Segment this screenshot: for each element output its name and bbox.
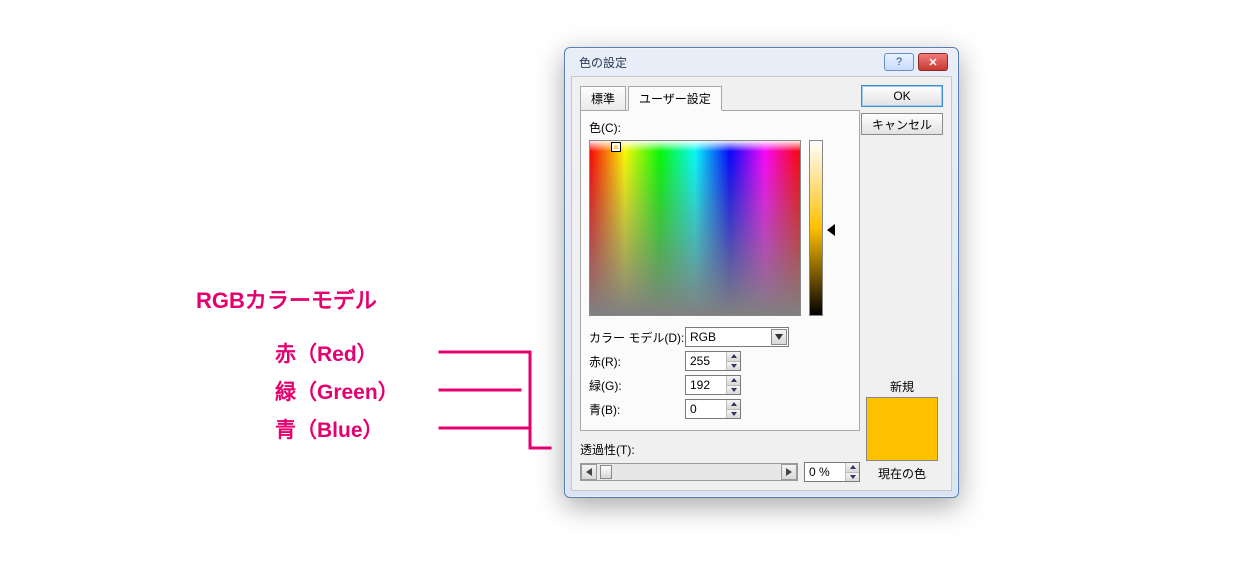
chevron-down-icon	[731, 364, 737, 368]
dropdown-button[interactable]	[771, 329, 787, 345]
green-label: 緑(G):	[589, 377, 685, 394]
spin-up-button[interactable]	[727, 400, 740, 410]
spin-up-button[interactable]	[727, 352, 740, 362]
color-model-label: カラー モデル(D):	[589, 329, 685, 346]
transparency-label: 透過性(T):	[580, 441, 860, 458]
chevron-down-icon	[775, 334, 783, 340]
spin-up-button[interactable]	[727, 376, 740, 386]
spin-up-button[interactable]	[846, 463, 859, 473]
spin-down-button[interactable]	[846, 473, 859, 482]
close-button[interactable]: ✕	[918, 53, 948, 71]
annotation-green: 緑（Green）	[275, 376, 399, 406]
chevron-right-icon	[786, 468, 792, 476]
chevron-down-icon	[731, 388, 737, 392]
color-settings-dialog: 色の設定 ? ✕ OK キャンセル 標準 ユーザー設定 色(C):	[564, 47, 959, 498]
slider-right-button[interactable]	[781, 464, 797, 480]
chevron-left-icon	[586, 468, 592, 476]
spin-down-button[interactable]	[727, 386, 740, 395]
color-label: 色(C):	[589, 119, 851, 136]
annotation-bracket	[440, 340, 570, 458]
cancel-button[interactable]: キャンセル	[861, 113, 943, 135]
green-spinner[interactable]: 192	[685, 375, 741, 395]
transparency-spinner[interactable]: 0 %	[804, 462, 860, 482]
annotation-red: 赤（Red）	[275, 338, 378, 368]
luminance-bar[interactable]	[809, 140, 823, 316]
chevron-up-icon	[850, 465, 856, 469]
chevron-down-icon	[850, 475, 856, 479]
chevron-down-icon	[731, 412, 737, 416]
red-label: 赤(R):	[589, 353, 685, 370]
spin-down-button[interactable]	[727, 362, 740, 371]
chevron-up-icon	[731, 378, 737, 382]
new-color-label: 新規	[861, 378, 943, 395]
dialog-title: 色の設定	[579, 54, 880, 71]
blue-value[interactable]: 0	[686, 400, 726, 418]
annotation-blue: 青（Blue）	[275, 414, 384, 444]
tab-custom[interactable]: ユーザー設定	[628, 86, 722, 111]
slider-thumb[interactable]	[600, 465, 612, 479]
red-spinner[interactable]: 255	[685, 351, 741, 371]
chevron-up-icon	[731, 354, 737, 358]
titlebar[interactable]: 色の設定 ? ✕	[571, 48, 952, 76]
red-value[interactable]: 255	[686, 352, 726, 370]
transparency-value[interactable]: 0 %	[805, 463, 845, 481]
spin-down-button[interactable]	[727, 410, 740, 419]
tab-standard[interactable]: 標準	[580, 86, 626, 111]
color-field[interactable]	[589, 140, 801, 316]
green-value[interactable]: 192	[686, 376, 726, 394]
blue-label: 青(B):	[589, 401, 685, 418]
slider-left-button[interactable]	[581, 464, 597, 480]
help-button[interactable]: ?	[884, 53, 914, 71]
current-color-label: 現在の色	[861, 465, 943, 482]
transparency-slider[interactable]	[580, 463, 798, 481]
chevron-up-icon	[731, 402, 737, 406]
annotation-title: RGBカラーモデル	[196, 283, 377, 315]
color-model-value: RGB	[690, 330, 716, 344]
color-model-select[interactable]: RGB	[685, 327, 789, 347]
new-color-swatch	[866, 397, 938, 461]
luminance-arrow-icon[interactable]	[827, 224, 835, 236]
color-field-cursor[interactable]	[612, 143, 620, 151]
blue-spinner[interactable]: 0	[685, 399, 741, 419]
